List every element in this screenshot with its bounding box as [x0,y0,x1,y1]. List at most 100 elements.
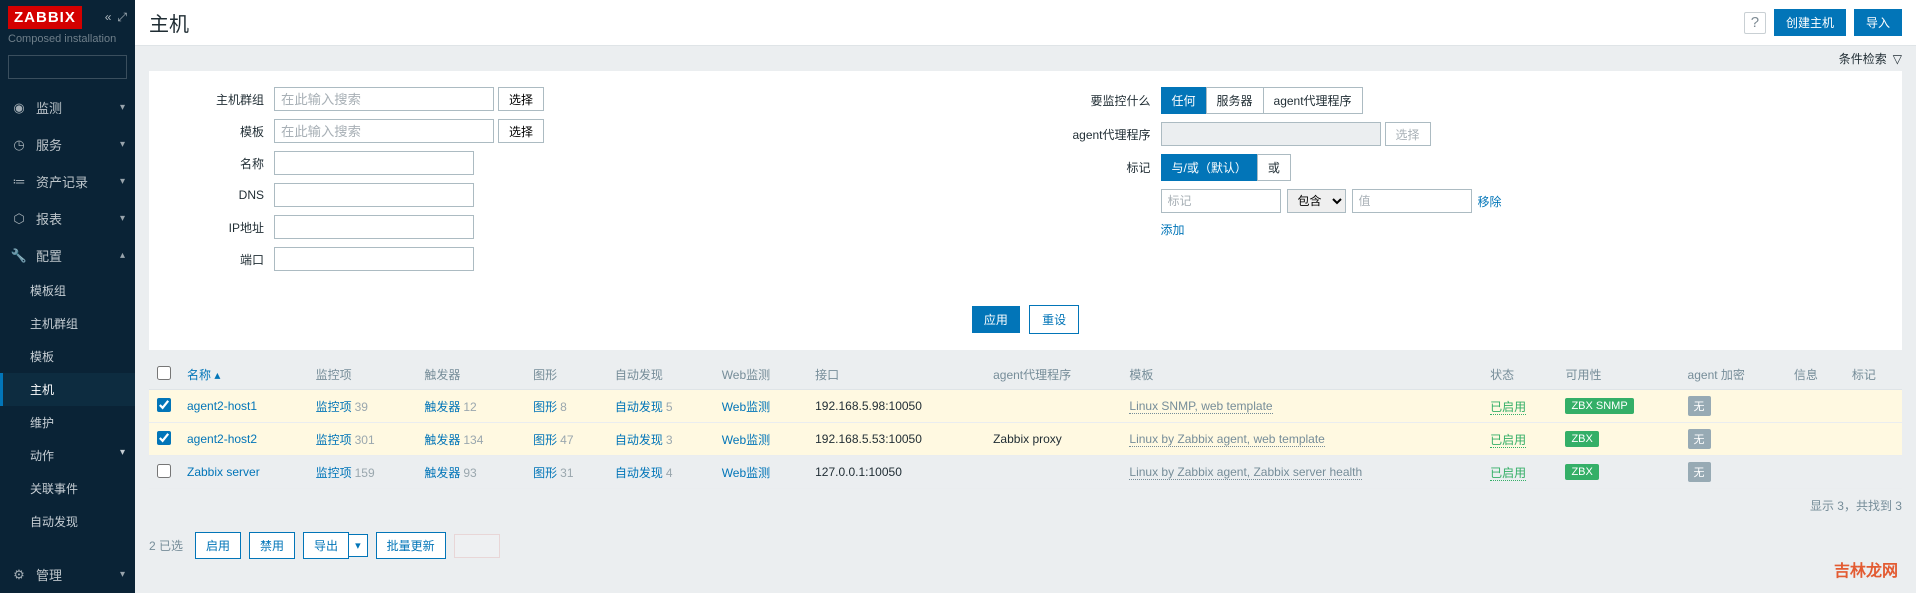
col-discovery[interactable]: 自动发现 [607,360,714,390]
name-input[interactable] [274,151,474,175]
sidebar-search[interactable]: 🔍 [8,55,127,79]
sidebar-item-label: 报表 [36,209,62,228]
sidebar-item-2[interactable]: ≔ 资产记录 ▾ [0,163,135,200]
sidebar-item-label: 监测 [36,98,62,117]
graphs-link[interactable]: 图形 [533,466,557,480]
status-toggle[interactable]: 已启用 [1490,466,1526,481]
col-name[interactable]: 名称 ▴ [179,360,308,390]
sidebar-item-0[interactable]: ◉ 监测 ▾ [0,89,135,126]
graphs-link[interactable]: 图形 [533,400,557,414]
row-checkbox[interactable] [157,431,171,445]
status-toggle[interactable]: 已启用 [1490,433,1526,448]
seg-server[interactable]: 服务器 [1206,87,1264,114]
discovery-link[interactable]: 自动发现 [615,433,663,447]
seg-any[interactable]: 任何 [1161,87,1207,114]
status-toggle[interactable]: 已启用 [1490,400,1526,415]
bulk-enable-button[interactable]: 启用 [195,532,241,559]
items-link[interactable]: 监控项 [316,400,352,414]
apply-button[interactable]: 应用 [972,306,1020,333]
brand-logo[interactable]: ZABBIX [8,6,82,29]
triggers-link[interactable]: 触发器 [424,400,460,414]
items-link[interactable]: 监控项 [316,433,352,447]
seg-or[interactable]: 或 [1257,154,1291,181]
port-input[interactable] [274,247,474,271]
seg-proxy[interactable]: agent代理程序 [1263,87,1363,114]
templates-link[interactable]: Linux SNMP, web template [1129,399,1272,414]
watermark: 吉林龙网 [1834,557,1898,581]
import-button[interactable]: 导入 [1854,9,1902,36]
tag-name-input[interactable] [1161,189,1281,213]
bulk-export-dropdown[interactable]: ▾ [349,534,368,557]
tag-op-select[interactable]: 包含 [1287,189,1346,213]
bulk-export-button[interactable]: 导出 [303,532,349,559]
sidebar-item-admin[interactable]: ⚙ 管理 ▾ [0,556,135,593]
templates-link[interactable]: Linux by Zabbix agent, web template [1129,432,1324,447]
select-all-checkbox[interactable] [157,366,171,380]
reset-button[interactable]: 重设 [1029,305,1079,334]
sidebar-item-4[interactable]: 🔧 配置 ▴ [0,237,135,274]
bulk-delete-button[interactable] [454,534,500,558]
sidebar-sub-5[interactable]: 动作▾ [0,439,135,472]
col-encrypt[interactable]: agent 加密 [1680,360,1786,390]
sidebar-item-3[interactable]: ⬡ 报表 ▾ [0,200,135,237]
remove-tag-link[interactable]: 移除 [1478,193,1502,210]
col-proxy[interactable]: agent代理程序 [985,360,1121,390]
bulk-disable-button[interactable]: 禁用 [249,532,295,559]
graphs-link[interactable]: 图形 [533,433,557,447]
web-link[interactable]: Web监测 [722,466,770,480]
row-checkbox[interactable] [157,464,171,478]
sidebar-sub-3[interactable]: 主机 [0,373,135,406]
dns-input[interactable] [274,183,474,207]
items-link[interactable]: 监控项 [316,466,352,480]
row-checkbox[interactable] [157,398,171,412]
proxy-label: agent代理程序 [1056,126,1151,143]
col-template[interactable]: 模板 [1121,360,1482,390]
col-interface[interactable]: 接口 [807,360,985,390]
template-input[interactable] [274,119,494,143]
sidebar-sub-4[interactable]: 维护 [0,406,135,439]
col-items[interactable]: 监控项 [308,360,417,390]
sidebar-sub-0[interactable]: 模板组 [0,274,135,307]
discovery-link[interactable]: 自动发现 [615,466,663,480]
tag-value-input[interactable] [1352,189,1472,213]
col-info[interactable]: 信息 [1786,360,1844,390]
sidebar-item-label: 配置 [36,246,62,265]
collapse-icon[interactable]: « [105,10,112,25]
sidebar-item-label: 资产记录 [36,172,88,191]
col-status[interactable]: 状态 [1482,360,1557,390]
triggers-link[interactable]: 触发器 [424,433,460,447]
sidebar-item-1[interactable]: ◷ 服务 ▾ [0,126,135,163]
create-host-button[interactable]: 创建主机 [1774,9,1846,36]
web-link[interactable]: Web监测 [722,400,770,414]
nav-icon: ⬡ [10,211,28,227]
col-triggers[interactable]: 触发器 [416,360,525,390]
template-select-button[interactable]: 选择 [498,119,544,143]
expand-search-link[interactable]: 条件检索 [1839,50,1887,67]
col-avail[interactable]: 可用性 [1557,360,1679,390]
col-web[interactable]: Web监测 [714,360,807,390]
host-name-link[interactable]: Zabbix server [187,465,260,479]
sidebar-sub-7[interactable]: 自动发现 [0,505,135,538]
fullscreen-icon[interactable]: ⤢ [117,10,127,25]
sidebar-sub-2[interactable]: 模板 [0,340,135,373]
bulk-mass-button[interactable]: 批量更新 [376,532,446,559]
col-graphs[interactable]: 图形 [525,360,607,390]
col-tags[interactable]: 标记 [1844,360,1902,390]
ip-input[interactable] [274,215,474,239]
templates-link[interactable]: Linux by Zabbix agent, Zabbix server hea… [1129,465,1362,480]
sidebar-sub-6[interactable]: 关联事件 [0,472,135,505]
sidebar-sub-1[interactable]: 主机群组 [0,307,135,340]
host-name-link[interactable]: agent2-host1 [187,399,257,413]
seg-andor[interactable]: 与/或（默认） [1161,154,1258,181]
hostgroup-select-button[interactable]: 选择 [498,87,544,111]
add-tag-link[interactable]: 添加 [1161,221,1185,238]
monitor-segmented: 任何 服务器 agent代理程序 [1161,87,1363,114]
host-name-link[interactable]: agent2-host2 [187,432,257,446]
web-link[interactable]: Web监测 [722,433,770,447]
hostgroup-input[interactable] [274,87,494,111]
installation-name: Composed installation [0,31,135,51]
discovery-link[interactable]: 自动发现 [615,400,663,414]
filter-icon[interactable]: ▽ [1893,52,1902,66]
help-icon[interactable]: ? [1744,12,1766,34]
triggers-link[interactable]: 触发器 [424,466,460,480]
